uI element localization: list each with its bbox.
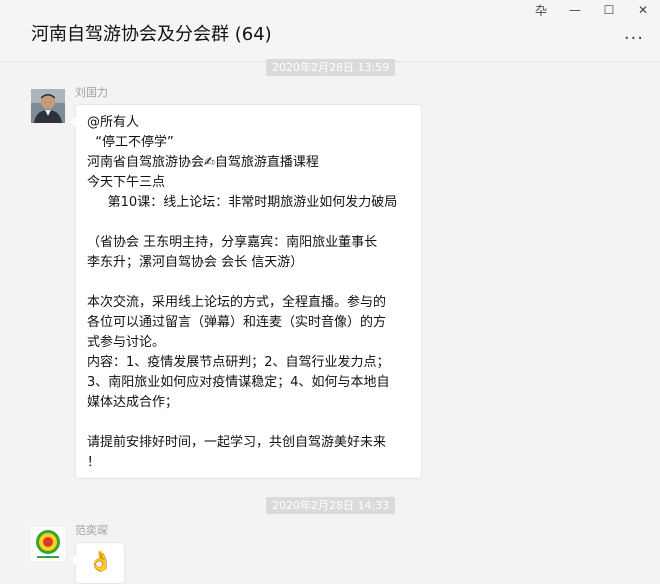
message-text: @所有人 “停工不停学” 河南省自驾旅游协会✍自驾旅游直播课程 今天下午三点 第10… xyxy=(87,113,417,473)
message-line xyxy=(87,273,417,293)
message-line: 河南省自驾旅游协会✍自驾旅游直播课程 xyxy=(87,155,319,170)
ok-hand-emoji: 👌 xyxy=(88,549,113,573)
chat-title: 河南自驾游协会及分会群 (64) xyxy=(31,24,272,45)
bubble-arrow xyxy=(70,117,76,127)
message-bubble[interactable]: @所有人 “停工不停学” 河南省自驾旅游协会✍自驾旅游直播课程 今天下午三点 第10… xyxy=(70,104,422,479)
message-line: 内容：1、疫情发展节点研判；2、自驾行业发力点； xyxy=(87,355,390,370)
message-line: 媒体达成合作； xyxy=(87,395,179,410)
chat-header: 河南自驾游协会及分会群 (64) 卆 — ☐ ✕ ··· xyxy=(0,0,660,62)
message-line: 本次交流，采用线上论坛的方式，全程直播。参与的 xyxy=(87,295,387,310)
message-line xyxy=(87,213,417,233)
minimize-icon[interactable]: — xyxy=(558,0,592,20)
message-line: 式参与讨论。 xyxy=(87,335,166,350)
message-bubble[interactable]: 👌 xyxy=(70,542,125,584)
timestamp: 2020年2月28日 13:59 xyxy=(266,59,396,76)
maximize-icon[interactable]: ☐ xyxy=(592,0,626,20)
message-line: 李东升；漯河自驾协会 会长 信天游） xyxy=(87,255,304,270)
avatar[interactable] xyxy=(31,89,65,123)
message-line: 第10课：线上论坛：非常时期旅游业如何发力破局 xyxy=(87,195,398,210)
message-line: 请提前安排好时间，一起学习，共创自驾游美好未来 xyxy=(87,435,387,450)
message-line: 今天下午三点 xyxy=(87,175,166,190)
pin-icon[interactable]: 卆 xyxy=(524,0,558,20)
close-icon[interactable]: ✕ xyxy=(626,0,660,20)
bubble-arrow xyxy=(70,555,76,565)
person-photo-avatar-icon xyxy=(31,89,65,123)
message-line: 3、南阳旅业如何应对疫情谋稳定；4、如何与本地自 xyxy=(87,375,390,390)
more-options-icon[interactable]: ··· xyxy=(624,28,644,49)
message-line xyxy=(87,413,417,433)
avatar[interactable] xyxy=(31,527,65,561)
timestamp: 2020年2月28日 14:33 xyxy=(266,497,396,514)
message-line: （省协会 王东明主持，分享嘉宾：南阳旅业董事长 xyxy=(87,235,378,250)
message-line: “停工不停学” xyxy=(87,135,174,150)
sender-name: 范奕琛 xyxy=(75,524,108,537)
sender-name: 刘国力 xyxy=(75,86,108,99)
window-controls: 卆 — ☐ ✕ xyxy=(524,0,660,20)
green-logo-avatar-icon xyxy=(31,527,65,561)
message-line: @所有人 xyxy=(87,115,140,130)
message-line: ！ xyxy=(87,455,101,470)
message-line: 各位可以通过留言（弹幕）和连麦（实时音像）的方 xyxy=(87,315,387,330)
